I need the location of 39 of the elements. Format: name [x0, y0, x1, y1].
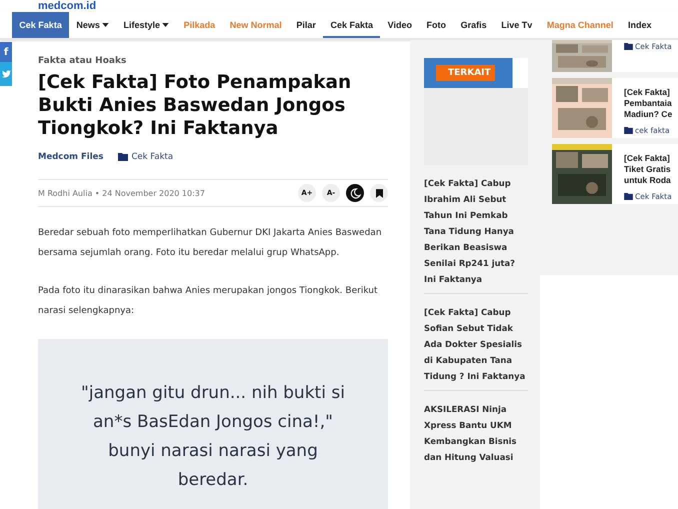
related-article-link[interactable]: [Cek Fakta] Cabup Sofian Sebut Tidak Ada Dokter Spesialis di Kabupaten Tana Tidung ? Ini Faktanya — [424, 294, 528, 391]
folder-icon — [624, 193, 633, 200]
category-link[interactable]: Cek Fakta — [131, 152, 174, 162]
nav-tab[interactable]: Lifestyle — [116, 12, 176, 38]
related-article-link[interactable]: [Cek Fakta] Cabup Ibrahim Ali Sebut Tahun Ini Pemkab Tana Tidung Hanya Berikan Beasiswa Senilai Rp241 juta? Ini Faktanya — [424, 165, 528, 294]
nav-tab[interactable]: Index — [620, 12, 659, 38]
nav-tab[interactable]: Video — [380, 12, 420, 38]
nav-tab[interactable]: Pilar — [289, 12, 324, 38]
nav-tab[interactable]: Live Tv — [494, 12, 540, 38]
twitter-share-button[interactable] — [0, 62, 12, 86]
facebook-share-button[interactable]: f — [0, 42, 12, 62]
byline: M Rodhi Aulia • 24 November 2020 10:37 — [38, 188, 205, 198]
news-headline[interactable]: untuk Roda — [624, 175, 678, 186]
source-link[interactable]: Medcom Files — [38, 152, 104, 162]
news-headline[interactable]: Madiun? Ce — [624, 109, 678, 120]
news-headline[interactable]: Pembantaia — [624, 98, 678, 109]
dark-mode-button[interactable] — [346, 184, 364, 202]
article-paragraph: Pada foto itu dinarasikan bahwa Anies merupakan jongos Tiongkok. Berikut narasi selengkapnya: — [38, 285, 378, 318]
news-headline[interactable]: [Cek Fakta] — [624, 87, 678, 98]
nav-tab[interactable]: News — [69, 12, 116, 38]
site-logo[interactable]: medcom.id — [38, 0, 96, 12]
nav-tab[interactable]: Cek Fakta — [323, 12, 380, 38]
news-headline[interactable]: [Cek Fakta] — [624, 153, 678, 164]
folder-icon — [624, 43, 633, 50]
article-paragraph: Beredar sebuah foto memperlihatkan Gubernur DKI Jakarta Anies Baswedan bersama sejumlah orang. Foto itu beredar melalui grup WhatsApp. — [38, 227, 383, 260]
article-kicker[interactable]: Fakta atau Hoaks — [38, 56, 388, 66]
quote-block: "jangan gitu drun... nih bukti si an*s BasEdan Jongos cina!," bunyi narasi narasi yang beredar. — [38, 339, 388, 509]
nav-tab[interactable]: Foto — [419, 12, 454, 38]
nav-tab[interactable]: Grafis — [453, 12, 494, 38]
moon-icon — [350, 188, 360, 198]
related-article-link[interactable]: AKSILERASI Ninja Xpress Bantu UKM Kembangkan Bisnis dan Hitung Valuasi — [424, 391, 528, 471]
article-title: [Cek Fakta] Foto Penampakan Bukti Anies Baswedan Jongos Tiongkok? Ini Faktanya — [38, 71, 352, 140]
nav-tab[interactable]: Cek Fakta — [12, 12, 70, 38]
bookmark-icon — [376, 188, 382, 198]
related-heading: TERKAIT — [436, 65, 495, 81]
news-headline[interactable]: Tiket Gratis — [624, 164, 678, 175]
folder-icon — [624, 127, 633, 134]
bookmark-button[interactable] — [370, 184, 388, 202]
folder-icon — [118, 153, 128, 161]
